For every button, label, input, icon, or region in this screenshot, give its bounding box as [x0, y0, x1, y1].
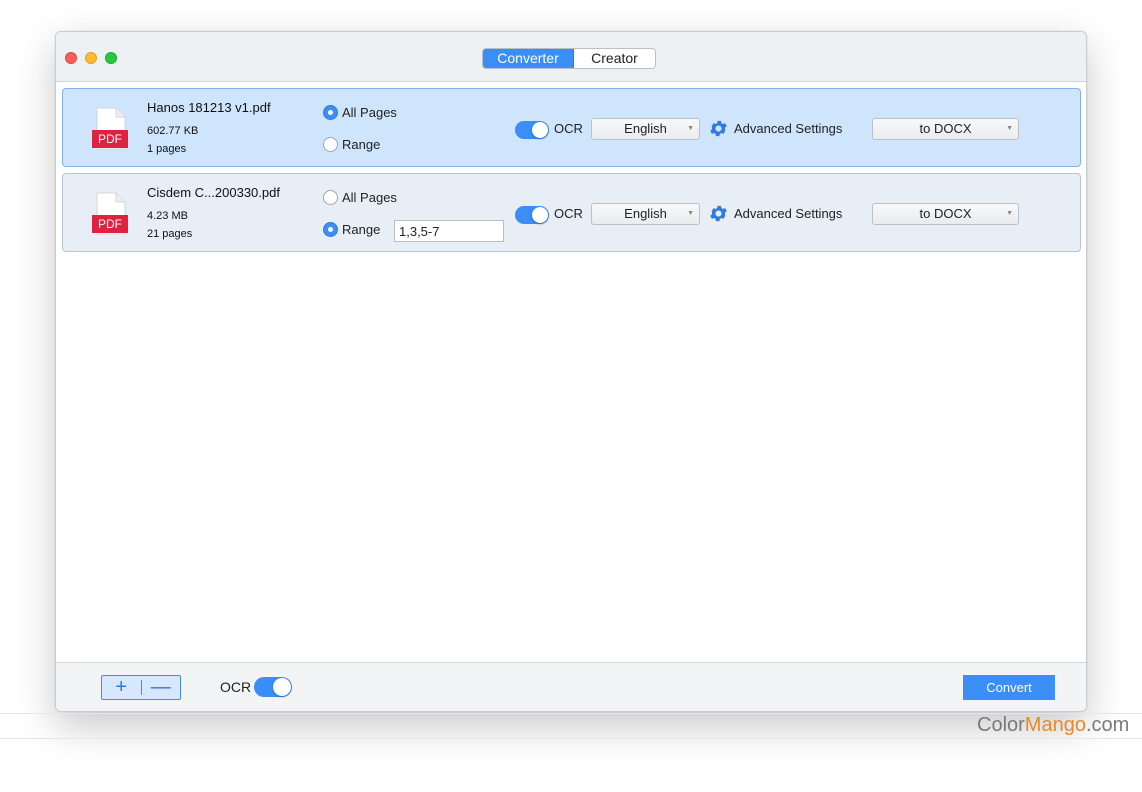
zoom-window-button[interactable]: [105, 52, 117, 64]
advanced-settings-button[interactable]: Advanced Settings: [708, 118, 842, 139]
file-page-count: 21 pages: [147, 228, 193, 240]
ocr-label: OCR: [554, 121, 583, 136]
minimize-window-button[interactable]: [85, 52, 97, 64]
output-format-value: to DOCX: [919, 121, 972, 136]
add-file-button[interactable]: +: [102, 676, 141, 699]
language-dropdown[interactable]: English ▼: [591, 203, 700, 225]
file-list: PDF Hanos 181213 v1.pdf 602.77 KB 1 page…: [56, 83, 1086, 662]
output-format-dropdown[interactable]: to DOCX ▼: [872, 203, 1019, 225]
convert-button[interactable]: Convert: [963, 675, 1055, 700]
global-ocr-toggle[interactable]: [254, 677, 292, 697]
all-pages-radio[interactable]: All Pages: [323, 105, 397, 120]
minus-icon: —: [150, 676, 171, 698]
global-ocr-label: OCR: [220, 679, 252, 695]
file-size: 602.77 KB: [147, 125, 199, 137]
file-page-count: 1 pages: [147, 143, 187, 155]
divider: [0, 713, 1142, 714]
dropdown-arrow-icon: ▼: [687, 125, 694, 132]
all-pages-label: All Pages: [342, 190, 397, 205]
range-radio[interactable]: Range: [323, 222, 380, 237]
range-radio[interactable]: Range: [323, 137, 380, 152]
radio-indicator: [323, 137, 338, 152]
file-size: 4.23 MB: [147, 210, 188, 222]
pdf-badge-label: PDF: [98, 132, 122, 146]
watermark-part: .com: [1085, 714, 1130, 736]
pdf-file-icon: PDF: [92, 107, 128, 150]
radio-indicator: [323, 190, 338, 205]
advanced-settings-label: Advanced Settings: [734, 206, 843, 221]
page-range-input[interactable]: [394, 220, 504, 242]
dropdown-arrow-icon: ▼: [1006, 210, 1013, 217]
range-label: Range: [342, 222, 381, 237]
ocr-label: OCR: [554, 206, 583, 221]
file-name: Cisdem C...200330.pdf: [147, 185, 280, 200]
dropdown-arrow-icon: ▼: [1006, 125, 1013, 132]
range-label: Range: [342, 137, 381, 152]
dropdown-arrow-icon: ▼: [687, 210, 694, 217]
watermark-part: Mango: [1024, 714, 1086, 736]
ocr-toggle[interactable]: [515, 121, 549, 139]
divider: [0, 738, 1142, 739]
tab-converter[interactable]: Converter: [483, 49, 574, 68]
advanced-settings-button[interactable]: Advanced Settings: [708, 203, 842, 224]
mode-segmented-control: Converter Creator: [482, 48, 656, 69]
radio-indicator: [323, 105, 338, 120]
tab-creator[interactable]: Creator: [574, 49, 655, 68]
radio-indicator: [323, 222, 338, 237]
watermark-part: Color: [977, 714, 1025, 736]
titlebar: Converter Creator: [56, 32, 1086, 82]
file-name: Hanos 181213 v1.pdf: [147, 100, 271, 115]
gear-icon: [710, 120, 727, 137]
add-remove-control: + —: [101, 675, 181, 700]
all-pages-label: All Pages: [342, 105, 397, 120]
remove-file-button[interactable]: —: [141, 676, 180, 699]
app-window: Converter Creator PDF Hanos 181213 v1.pd…: [55, 31, 1087, 712]
all-pages-radio[interactable]: All Pages: [323, 190, 397, 205]
watermark-logo: ColorMango.com: [977, 714, 1129, 737]
plus-icon: +: [115, 676, 128, 698]
language-dropdown[interactable]: English ▼: [591, 118, 700, 140]
close-window-button[interactable]: [65, 52, 77, 64]
gear-icon: [710, 205, 727, 222]
bottom-toolbar: + — OCR Convert: [56, 662, 1086, 711]
language-value: English: [624, 206, 667, 221]
ocr-toggle[interactable]: [515, 206, 549, 224]
advanced-settings-label: Advanced Settings: [734, 121, 843, 136]
file-row[interactable]: PDF Hanos 181213 v1.pdf 602.77 KB 1 page…: [62, 88, 1081, 167]
file-row[interactable]: PDF Cisdem C...200330.pdf 4.23 MB 21 pag…: [62, 173, 1081, 252]
language-value: English: [624, 121, 667, 136]
pdf-file-icon: PDF: [92, 192, 128, 235]
pdf-badge-label: PDF: [98, 217, 122, 231]
output-format-dropdown[interactable]: to DOCX ▼: [872, 118, 1019, 140]
output-format-value: to DOCX: [919, 206, 972, 221]
